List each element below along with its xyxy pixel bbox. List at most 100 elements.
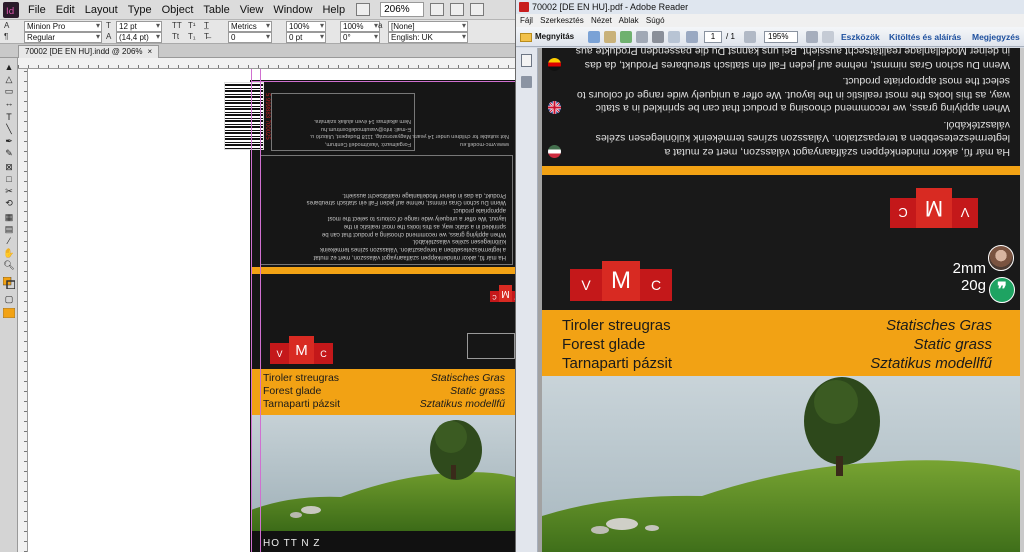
horizontal-ruler[interactable]: [18, 58, 515, 69]
fill-sign-link[interactable]: Kitöltés és aláírás: [889, 31, 961, 43]
website-text-frame[interactable]: www.vmc-modell.eu Not suitable for child…: [382, 93, 513, 151]
description-text-frame[interactable]: Ha már fű, akkor mindenképpen szálfaanya…: [260, 155, 513, 265]
document-tab[interactable]: 70002 [DE EN HU].indd @ 206% ×: [18, 45, 160, 58]
reader-document-view[interactable]: Ha már fű, akkor mindenképpen szálfaanya…: [538, 48, 1024, 552]
menu-window[interactable]: Window: [268, 4, 317, 16]
type-tool-icon[interactable]: T: [3, 112, 15, 122]
empty-frame[interactable]: [467, 333, 515, 359]
font-size-field[interactable]: 12 pt: [116, 21, 162, 32]
menu-type[interactable]: Type: [123, 4, 157, 16]
zoom-out-icon[interactable]: [744, 31, 756, 43]
indesign-logo-icon[interactable]: Id: [2, 1, 20, 19]
grass-landscape-photo[interactable]: [251, 415, 515, 531]
rectangle-tool-icon[interactable]: □: [3, 174, 15, 184]
vmc-logo[interactable]: V M C: [270, 336, 333, 364]
baseline-shift-field[interactable]: 0 pt: [286, 32, 326, 43]
view-options-icon[interactable]: [430, 3, 445, 16]
line-tool-icon[interactable]: ╲: [3, 124, 15, 134]
scissors-tool-icon[interactable]: ✂: [3, 186, 15, 196]
font-family-field[interactable]: Minion Pro: [24, 21, 102, 32]
language-field[interactable]: English: UK: [388, 32, 468, 43]
font-style-field[interactable]: Regular: [24, 32, 102, 43]
formatting-affects-container-icon[interactable]: ▢: [3, 294, 15, 304]
cloud-icon[interactable]: [620, 31, 632, 43]
close-tab-icon[interactable]: ×: [148, 47, 153, 56]
kerning-field[interactable]: Metrics: [228, 21, 272, 32]
tracking-field[interactable]: 0: [228, 32, 272, 43]
product-name-left: Tiroler streugras: [562, 317, 671, 334]
gradient-tool-icon[interactable]: ▦: [3, 212, 15, 222]
menu-help[interactable]: Help: [317, 4, 350, 16]
product-name-left: Tarnaparti pázsit: [562, 355, 673, 372]
zoom-tool-icon[interactable]: 🔍︎: [3, 260, 15, 270]
leading-field[interactable]: (14,4 pt): [116, 32, 162, 43]
skew-field[interactable]: 0°: [340, 32, 380, 43]
fill-stroke-swatch-icon[interactable]: [3, 277, 15, 289]
reader-titlebar[interactable]: 70002 [DE EN HU].pdf - Adobe Reader: [516, 0, 1024, 14]
vertical-ruler[interactable]: [18, 69, 28, 552]
barcode-image[interactable]: [224, 82, 264, 150]
logo-letter: M: [499, 285, 512, 302]
menu-file[interactable]: File: [23, 4, 51, 16]
email-icon[interactable]: [668, 31, 680, 43]
menu-table[interactable]: Table: [198, 4, 234, 16]
reader-menu-view[interactable]: Nézet: [591, 16, 612, 25]
zoom-level-field[interactable]: 206%: [380, 2, 425, 17]
scale-codes-bar[interactable]: HO TT N Z: [251, 531, 515, 552]
save-icon[interactable]: [636, 31, 648, 43]
preview-mode-icon[interactable]: [3, 308, 15, 318]
eyedropper-tool-icon[interactable]: ⁄: [3, 236, 15, 246]
reader-menu-file[interactable]: Fájl: [520, 16, 533, 25]
subscript-icon[interactable]: T₁: [188, 32, 196, 41]
edit-pdf-icon[interactable]: [604, 31, 616, 43]
open-button[interactable]: Megnyitás: [520, 30, 574, 44]
comment-link[interactable]: Megjegyzés: [972, 31, 1020, 43]
menu-view[interactable]: View: [235, 4, 269, 16]
attachments-icon[interactable]: [521, 76, 532, 88]
product-name-bar[interactable]: Tiroler streugras Statisches Gras Forest …: [251, 369, 515, 415]
reader-menu-edit[interactable]: Szerkesztés: [540, 16, 584, 25]
page-tool-icon[interactable]: ▭: [3, 86, 15, 96]
page-thumbnails-icon[interactable]: [521, 54, 532, 67]
comment-icon[interactable]: [822, 31, 834, 43]
print-icon[interactable]: [652, 31, 664, 43]
rectangle-frame-tool-icon[interactable]: ⊠: [3, 162, 15, 172]
underline-icon[interactable]: T̲: [204, 21, 209, 30]
free-transform-tool-icon[interactable]: ⟲: [3, 198, 15, 208]
reader-menu-help[interactable]: Súgó: [646, 16, 665, 25]
all-caps-icon[interactable]: TT: [172, 21, 182, 30]
small-caps-icon[interactable]: Tt: [172, 32, 179, 41]
fit-page-icon[interactable]: [806, 31, 818, 43]
selection-tool-icon[interactable]: ▲: [3, 62, 15, 72]
menu-layout[interactable]: Layout: [80, 4, 123, 16]
chat-bubble-icon[interactable]: ❞: [989, 277, 1015, 303]
note-tool-icon[interactable]: ▤: [3, 224, 15, 234]
tools-link[interactable]: Eszközök: [841, 31, 880, 43]
paragraph-formatting-icon[interactable]: ¶: [4, 32, 8, 41]
strikethrough-icon[interactable]: T̶: [204, 32, 209, 41]
vertical-scale-field[interactable]: 100%: [286, 21, 326, 32]
bridge-icon[interactable]: [356, 3, 371, 16]
gap-tool-icon[interactable]: ↔: [3, 98, 15, 108]
create-pdf-icon[interactable]: [588, 31, 600, 43]
screen-mode-icon[interactable]: [450, 3, 465, 16]
page-number-input[interactable]: 1: [704, 31, 722, 43]
hand-tool-icon[interactable]: ✋: [3, 248, 15, 258]
direct-selection-tool-icon[interactable]: △: [3, 74, 15, 84]
pencil-tool-icon[interactable]: ✎: [3, 148, 15, 158]
character-formatting-icon[interactable]: A: [4, 21, 9, 30]
previous-page-icon[interactable]: [686, 31, 698, 43]
pdf-page: Ha már fű, akkor mindenképpen szálfaanya…: [542, 48, 1022, 552]
horizontal-scale-field[interactable]: 100%: [340, 21, 380, 32]
reader-vertical-scrollbar[interactable]: [1020, 48, 1024, 552]
menu-edit[interactable]: Edit: [51, 4, 80, 16]
pen-tool-icon[interactable]: ✒: [3, 136, 15, 146]
product-name-row: Tarnaparti pázsit Sztatikus modellfű: [562, 354, 992, 373]
reader-menu-window[interactable]: Ablak: [619, 16, 639, 25]
superscript-icon[interactable]: T¹: [188, 21, 196, 30]
user-avatar[interactable]: [988, 245, 1014, 271]
arrange-documents-icon[interactable]: [470, 3, 485, 16]
character-style-field[interactable]: [None]: [388, 21, 468, 32]
reader-zoom-field[interactable]: 195%: [764, 31, 798, 43]
menu-object[interactable]: Object: [157, 4, 199, 16]
